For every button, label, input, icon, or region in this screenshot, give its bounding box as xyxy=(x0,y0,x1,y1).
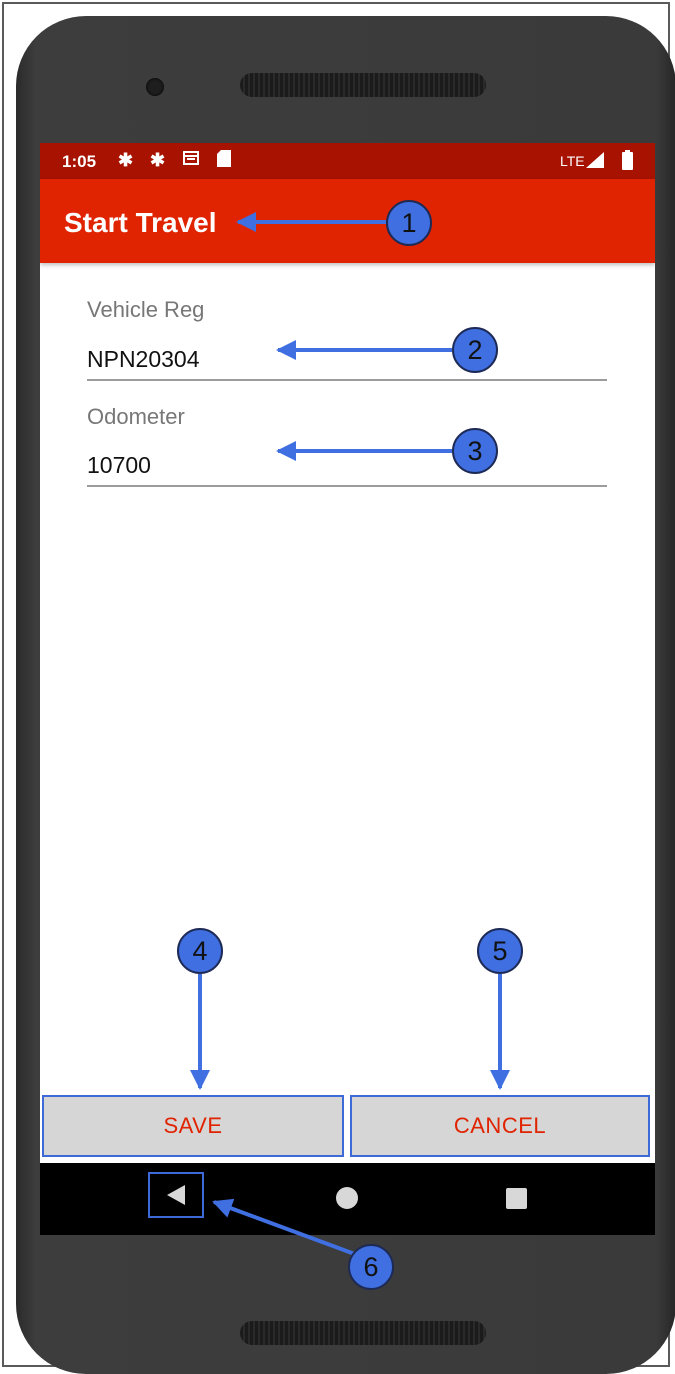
annotation-marker-6: 6 xyxy=(348,1244,394,1290)
annotation-arrows xyxy=(190,212,510,1258)
annotation-marker-4: 4 xyxy=(177,928,223,974)
annotation-arrow-6 xyxy=(212,1198,361,1258)
annotation-marker-5: 5 xyxy=(477,928,523,974)
annotation-marker-3: 3 xyxy=(452,428,498,474)
annotation-marker-2: 2 xyxy=(452,327,498,373)
annotation-marker-1: 1 xyxy=(386,200,432,246)
